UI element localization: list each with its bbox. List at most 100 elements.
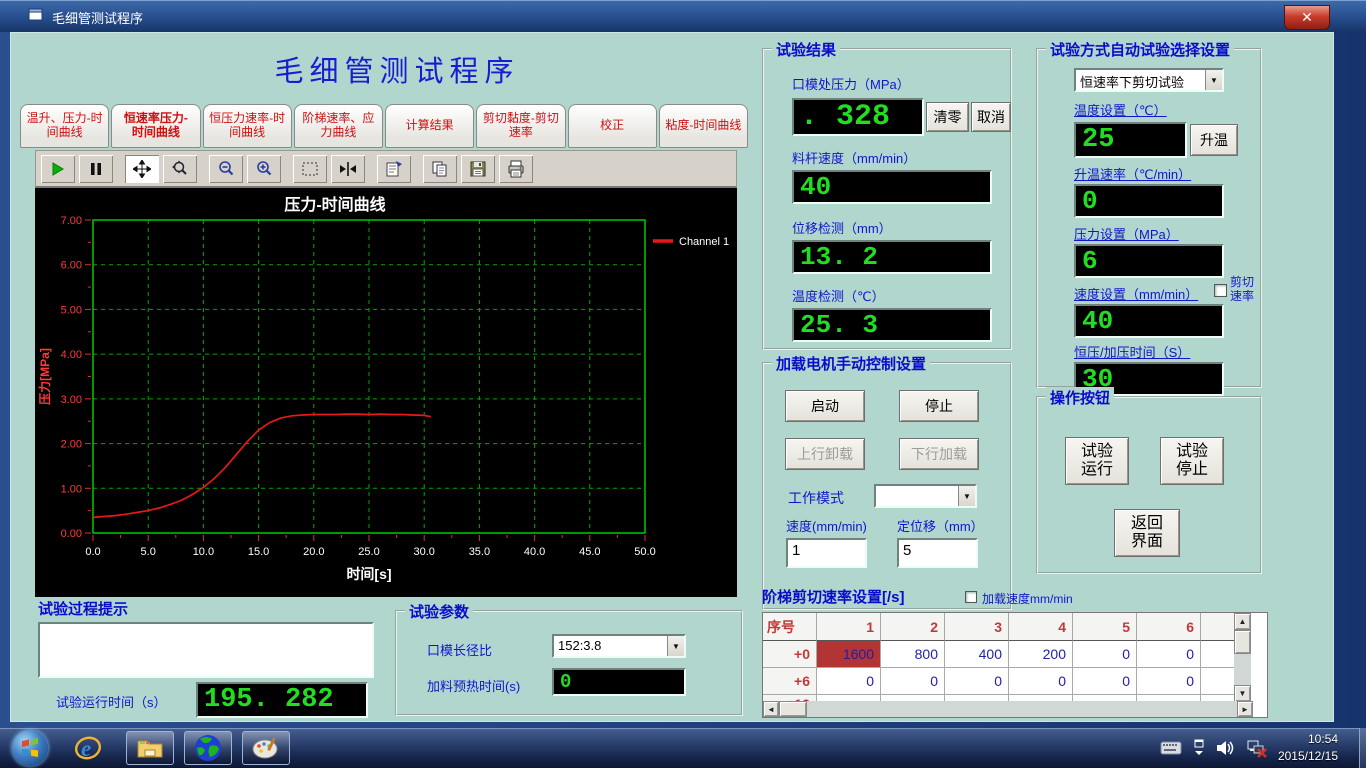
pan-icon[interactable] xyxy=(124,154,160,184)
scroll-right-icon[interactable]: ► xyxy=(1237,701,1253,717)
die-pressure-label: 口模处压力（MPa） xyxy=(792,74,910,93)
collapse-horizontal-icon[interactable] xyxy=(330,154,366,184)
table-vscrollbar[interactable]: ▲ ▼ xyxy=(1234,613,1251,702)
col-header: 2 xyxy=(881,613,945,641)
load-speed-checkbox[interactable] xyxy=(965,591,977,603)
table-cell[interactable]: 0 xyxy=(817,668,881,695)
taskbar-clock[interactable]: 10:54 2015/12/15 xyxy=(1278,731,1338,766)
work-mode-select[interactable]: ▼ xyxy=(874,484,977,508)
tab-viscosity-time[interactable]: 粘度-时间曲线 xyxy=(659,104,748,148)
svg-text:e: e xyxy=(81,736,91,761)
network-error-icon[interactable] xyxy=(1246,738,1268,758)
zoom-out-icon[interactable] xyxy=(208,154,244,184)
chevron-down-icon[interactable]: ▼ xyxy=(958,486,975,506)
speaker-icon[interactable] xyxy=(1216,739,1236,757)
target-disp-input[interactable]: 5 xyxy=(897,538,978,568)
svg-text:1.00: 1.00 xyxy=(61,483,82,495)
pressure-time-chart: 0.05.010.015.020.025.030.035.040.045.050… xyxy=(35,188,737,597)
test-run-button[interactable]: 试验 运行 xyxy=(1065,437,1129,485)
cancel-button[interactable]: 取消 xyxy=(971,102,1011,132)
svg-text:15.0: 15.0 xyxy=(248,546,269,558)
speed-set-label: 速度设置（mm/min） xyxy=(1074,284,1198,303)
globe-app-icon[interactable] xyxy=(184,731,232,765)
table-cell[interactable]: 0 xyxy=(881,668,945,695)
paint-app-icon[interactable] xyxy=(242,731,290,765)
table-cell[interactable]: 200 xyxy=(1009,641,1073,668)
pressure-set-label: 压力设置（MPa） xyxy=(1074,224,1179,243)
scroll-thumb[interactable] xyxy=(779,701,807,717)
select-rect-icon[interactable] xyxy=(292,154,328,184)
process-hint-box[interactable] xyxy=(38,622,374,678)
return-ui-button[interactable]: 返回 界面 xyxy=(1114,509,1180,557)
scroll-thumb[interactable] xyxy=(1234,630,1251,654)
manual-speed-input[interactable]: 1 xyxy=(786,538,867,568)
motor-stop-button[interactable]: 停止 xyxy=(899,390,979,422)
test-mode-select[interactable]: 恒速率下剪切试验 ▼ xyxy=(1074,68,1224,92)
zoom-window-icon[interactable] xyxy=(162,154,198,184)
shear-rate-checkbox[interactable] xyxy=(1214,284,1227,297)
table-cell[interactable]: 400 xyxy=(945,641,1009,668)
start-button[interactable] xyxy=(12,730,48,766)
test-mode-value: 恒速率下剪切试验 xyxy=(1080,72,1202,91)
table-cell-selected[interactable]: 1600 xyxy=(817,641,881,668)
displacement-value: 13. 2 xyxy=(792,240,992,274)
chevron-down-icon[interactable]: ▼ xyxy=(667,636,684,656)
keyboard-icon[interactable] xyxy=(1160,741,1182,755)
scroll-down-icon[interactable]: ▼ xyxy=(1234,685,1251,702)
temp-set-value[interactable]: 25 xyxy=(1074,122,1187,158)
svg-text:时间[s]: 时间[s] xyxy=(346,566,391,582)
scroll-left-icon[interactable]: ◄ xyxy=(763,701,779,717)
load-speed-checkbox-label: 加载速度mm/min xyxy=(982,590,1073,607)
speed-set-value[interactable]: 40 xyxy=(1074,304,1224,338)
motor-start-button[interactable]: 启动 xyxy=(785,390,865,422)
pause-icon[interactable] xyxy=(78,154,114,184)
save-icon[interactable] xyxy=(460,154,496,184)
ram-speed-label: 料杆速度（mm/min） xyxy=(792,148,916,167)
table-cell[interactable]: 0 xyxy=(1073,668,1137,695)
test-stop-button[interactable]: 试验 停止 xyxy=(1160,437,1224,485)
tab-constant-rate-pressure-time[interactable]: 恒速率压力- 时间曲线 xyxy=(111,104,200,148)
tab-calc-results[interactable]: 计算结果 xyxy=(385,104,474,148)
heat-rate-value[interactable]: 0 xyxy=(1074,184,1224,218)
motor-down-load-button[interactable]: 下行加载 xyxy=(899,438,979,470)
hidden-icons-caret-icon[interactable] xyxy=(1192,739,1206,757)
copy-icon[interactable] xyxy=(422,154,458,184)
table-cell[interactable]: 800 xyxy=(881,641,945,668)
zoom-in-icon[interactable] xyxy=(246,154,282,184)
tab-shear-viscosity-rate[interactable]: 剪切黏度-剪切 速率 xyxy=(476,104,565,148)
table-cell[interactable]: 0 xyxy=(1073,641,1137,668)
tab-temp-pressure-time[interactable]: 温升、压力-时 间曲线 xyxy=(20,104,109,148)
scroll-up-icon[interactable]: ▲ xyxy=(1234,613,1251,630)
pressure-set-value[interactable]: 6 xyxy=(1074,244,1224,278)
chart-canvas[interactable]: 0.05.010.015.020.025.030.035.040.045.050… xyxy=(35,188,737,597)
file-explorer-icon[interactable] xyxy=(126,731,174,765)
preheat-value[interactable]: 0 xyxy=(552,668,686,696)
tab-calibration[interactable]: 校正 xyxy=(568,104,657,148)
step-table-title: 阶梯剪切速率设置[/s] xyxy=(762,586,905,607)
temp-detect-value: 25. 3 xyxy=(792,308,992,342)
clear-button[interactable]: 清零 xyxy=(926,102,969,132)
table-corner-cell: 序号 xyxy=(763,613,817,641)
show-desktop-button[interactable] xyxy=(1359,728,1366,768)
system-tray: 10:54 2015/12/15 xyxy=(1160,728,1358,768)
table-hscrollbar[interactable]: ◄ ► xyxy=(763,701,1253,717)
screen: 毛细管测试程序 ✕ 毛细管测试程序 温升、压力-时 间曲线 恒速率压力- 时间曲… xyxy=(0,0,1366,768)
die-ratio-select[interactable]: 152:3.8 ▼ xyxy=(552,634,686,658)
print-icon[interactable] xyxy=(498,154,534,184)
chevron-down-icon[interactable]: ▼ xyxy=(1205,70,1222,90)
heat-up-button[interactable]: 升温 xyxy=(1190,124,1238,156)
motor-up-unload-button[interactable]: 上行卸载 xyxy=(785,438,865,470)
table-cell[interactable]: 0 xyxy=(1137,668,1201,695)
play-icon[interactable] xyxy=(40,154,76,184)
tab-step-rate-stress[interactable]: 阶梯速率、应 力曲线 xyxy=(294,104,383,148)
die-ratio-value: 152:3.8 xyxy=(558,638,664,653)
internet-explorer-icon[interactable]: e xyxy=(64,731,112,765)
tab-constant-pressure-rate-time[interactable]: 恒压力速率-时 间曲线 xyxy=(203,104,292,148)
runtime-label: 试验运行时间（s） xyxy=(56,692,167,711)
table-cell[interactable]: 0 xyxy=(945,668,1009,695)
table-cell[interactable]: 0 xyxy=(1137,641,1201,668)
temp-detect-label: 温度检测（℃） xyxy=(792,286,885,305)
close-button[interactable]: ✕ xyxy=(1284,5,1330,30)
properties-icon[interactable] xyxy=(376,154,412,184)
table-cell[interactable]: 0 xyxy=(1009,668,1073,695)
